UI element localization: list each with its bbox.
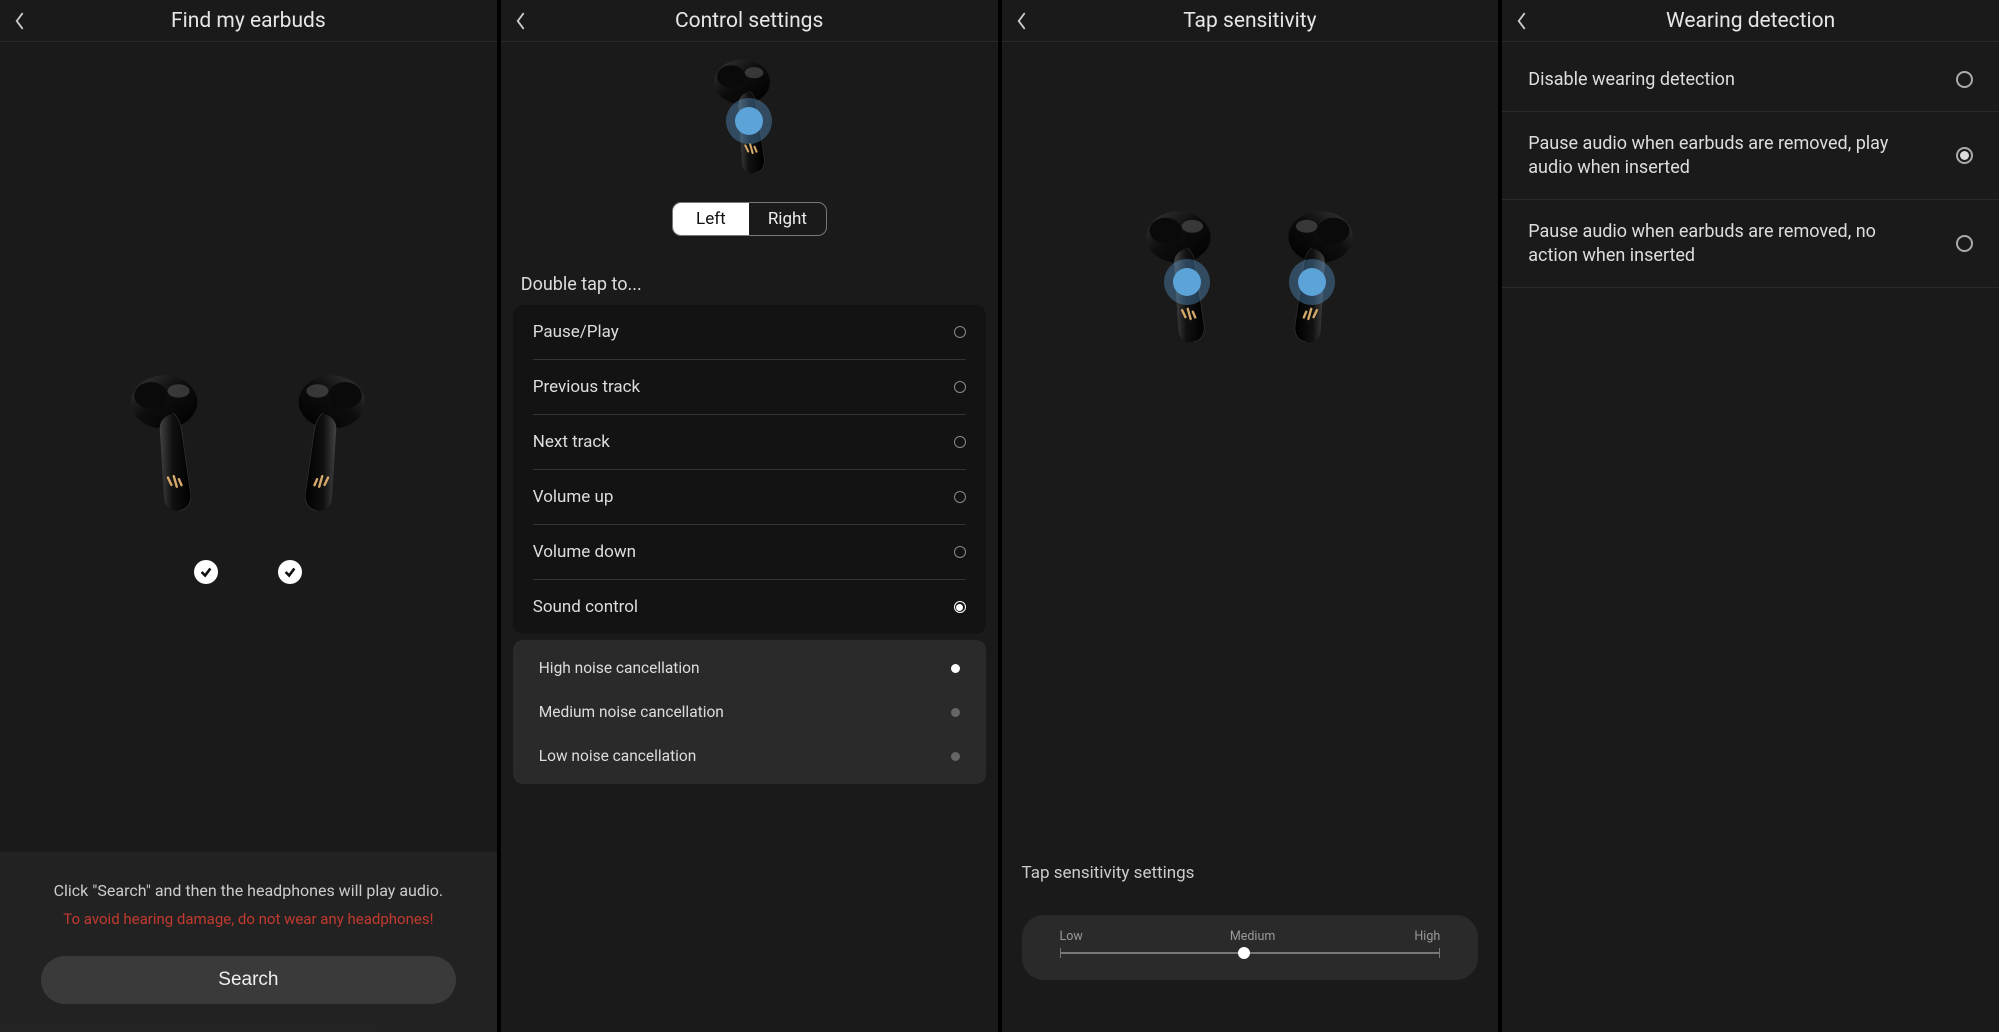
sensitivity-slider[interactable] — [1060, 952, 1441, 954]
search-button[interactable]: Search — [41, 956, 456, 1004]
dot-icon — [951, 708, 960, 717]
sub-option-label: Medium noise cancellation — [539, 703, 724, 721]
option-label: Volume down — [533, 542, 636, 562]
slider-label-low: Low — [1060, 929, 1083, 944]
search-instruction-text: Click "Search" and then the headphones w… — [18, 880, 479, 902]
radio-icon — [954, 381, 966, 393]
radio-icon — [954, 491, 966, 503]
option-label: Sound control — [533, 597, 638, 617]
radio-icon — [954, 326, 966, 338]
double-tap-option[interactable]: Sound control — [533, 580, 966, 634]
panel-find-earbuds: Find my earbuds Click "Search" and then … — [0, 0, 497, 1032]
hearing-warning-text: To avoid hearing damage, do not wear any… — [18, 910, 479, 928]
option-label: Disable wearing detection — [1528, 68, 1735, 91]
radio-icon — [954, 436, 966, 448]
option-label: Pause audio when earbuds are removed, no… — [1528, 220, 1893, 267]
earbud-illustration — [501, 56, 998, 190]
wearing-detection-option[interactable]: Pause audio when earbuds are removed, no… — [1502, 200, 1999, 288]
double-tap-option[interactable]: Volume down — [533, 525, 966, 580]
radio-icon — [954, 601, 966, 613]
sound-control-sub-option[interactable]: Medium noise cancellation — [533, 690, 966, 734]
option-label: Pause/Play — [533, 322, 619, 342]
option-label: Pause audio when earbuds are removed, pl… — [1528, 132, 1893, 179]
panel-wearing-detection: Wearing detection Disable wearing detect… — [1502, 0, 1999, 1032]
radio-icon — [1956, 147, 1973, 164]
page-title: Tap sensitivity — [1016, 9, 1485, 33]
seg-right[interactable]: Right — [749, 203, 826, 235]
double-tap-option[interactable]: Previous track — [533, 360, 966, 415]
left-bud-check-icon — [194, 560, 218, 584]
page-title: Find my earbuds — [14, 9, 483, 33]
wearing-detection-option[interactable]: Pause audio when earbuds are removed, pl… — [1502, 112, 1999, 200]
option-label: Previous track — [533, 377, 640, 397]
slider-label-high: High — [1414, 929, 1440, 944]
wearing-detection-list: Disable wearing detection Pause audio whe… — [1502, 42, 1999, 288]
double-tap-option[interactable]: Volume up — [533, 470, 966, 525]
radio-icon — [954, 546, 966, 558]
option-label: Next track — [533, 432, 610, 452]
sound-control-sub-option[interactable]: Low noise cancellation — [533, 734, 966, 778]
dot-icon — [951, 752, 960, 761]
sound-control-sub-option[interactable]: High noise cancellation — [533, 646, 966, 690]
panel-control-settings: Control settings Left Right Double tap t… — [501, 0, 998, 1032]
double-tap-option[interactable]: Next track — [533, 415, 966, 470]
double-tap-option-list: Pause/Play Previous track Next track Volume… — [513, 305, 986, 634]
seg-left[interactable]: Left — [673, 203, 750, 235]
radio-icon — [1956, 71, 1973, 88]
page-title: Control settings — [515, 9, 984, 33]
slider-label-medium: Medium — [1230, 929, 1275, 944]
double-tap-option[interactable]: Pause/Play — [533, 305, 966, 360]
sensitivity-label: Tap sensitivity settings — [1022, 863, 1479, 883]
option-label: Volume up — [533, 487, 614, 507]
dot-icon — [951, 664, 960, 673]
earbuds-illustration — [0, 42, 497, 852]
slider-thumb[interactable] — [1238, 947, 1250, 959]
sensitivity-slider-card: Low Medium High — [1022, 915, 1479, 980]
wearing-detection-option[interactable]: Disable wearing detection — [1502, 48, 1999, 112]
section-heading-double-tap: Double tap to... — [501, 254, 998, 305]
page-title: Wearing detection — [1516, 9, 1985, 33]
earbuds-illustration — [1002, 207, 1499, 361]
panel-tap-sensitivity: Tap sensitivity Tap sensitivity settings… — [1002, 0, 1499, 1032]
sub-option-label: High noise cancellation — [539, 659, 700, 677]
sound-control-sub-list: High noise cancellation Medium noise canc… — [513, 640, 986, 784]
left-right-segmented-control: Left Right — [672, 202, 827, 236]
sub-option-label: Low noise cancellation — [539, 747, 697, 765]
touch-point-icon — [726, 98, 772, 144]
right-bud-check-icon — [278, 560, 302, 584]
radio-icon — [1956, 235, 1973, 252]
